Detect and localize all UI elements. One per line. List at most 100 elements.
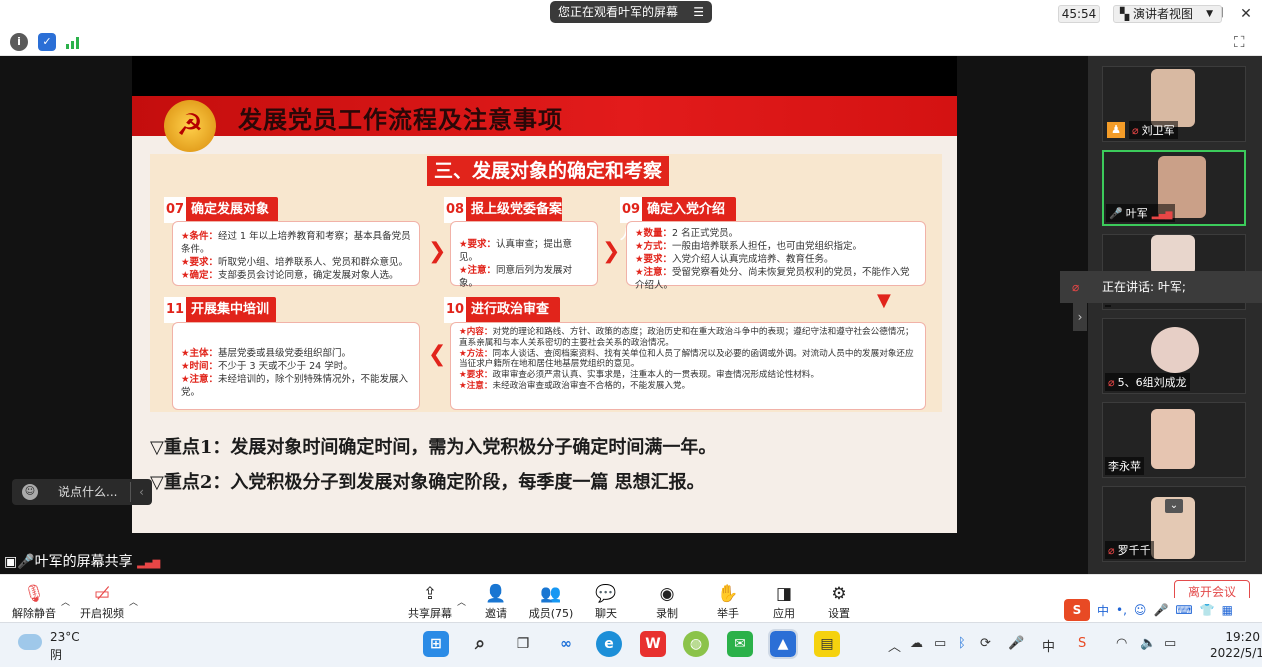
search-icon[interactable]: ⌕ <box>467 631 493 657</box>
microphone-tray-icon[interactable]: 🎤 <box>1008 636 1024 651</box>
apps-button[interactable]: ◨ 应用 <box>754 583 814 621</box>
step-title: 开展集中培训 <box>191 302 270 317</box>
video-feed <box>1151 69 1195 127</box>
windows-taskbar <box>0 622 1262 667</box>
emoji-icon[interactable]: ☺ <box>22 484 38 500</box>
invite-button[interactable]: 👤 邀请 <box>466 583 526 621</box>
wps-icon[interactable]: W <box>640 631 666 657</box>
gear-icon: ⚙ <box>831 584 847 604</box>
chat-quick-input[interactable]: ☺ 说点什么... ‹ <box>12 479 152 505</box>
game-app-icon[interactable]: ◍ <box>683 631 709 657</box>
step-line: ★时间：不少于 3 天或不少于 24 学时。 <box>181 361 353 372</box>
task-view-icon[interactable]: ❐ <box>510 631 536 657</box>
onedrive-cloud-icon[interactable]: ☁ <box>910 636 923 651</box>
grid-icon: ▚ <box>1120 7 1134 21</box>
meeting-app-icon[interactable]: ▲ <box>768 629 798 659</box>
arrow-left-icon: ❮ <box>428 342 447 367</box>
raise-hand-button[interactable]: ✋ 举手 <box>698 583 758 621</box>
wifi-icon[interactable]: ◠ <box>1116 636 1127 651</box>
sticky-notes-icon[interactable]: ▤ <box>814 631 840 657</box>
chevron-down-icon[interactable]: ⌄ <box>1165 499 1183 513</box>
slide-title: 发展党员工作流程及注意事项 <box>238 106 563 134</box>
sogou-tray-icon[interactable]: S <box>1078 636 1086 651</box>
clock-date: 2022/5/19 <box>1210 646 1262 660</box>
volume-icon[interactable]: 🔈 <box>1140 636 1156 651</box>
collapse-left-icon[interactable]: ‹ <box>130 482 152 502</box>
info-icon[interactable]: i <box>10 33 28 51</box>
share-screen-button[interactable]: ⇪ 共享屏幕 ︿ <box>400 583 466 621</box>
tray-language[interactable]: 中 <box>1042 636 1055 655</box>
key-point-1: ▽重点1：发展对象时间确定时间，需为入党积极分子确定时间满一年。 <box>150 437 717 458</box>
skin-icon[interactable]: 👕 <box>1200 603 1215 617</box>
weather-condition: 阴 <box>50 648 63 662</box>
chat-button[interactable]: 💬 聊天 <box>576 583 636 621</box>
fullscreen-icon[interactable]: ⛶ <box>1234 33 1245 51</box>
step-line: ★注意：未经培训的，除个别特殊情况外，不能发展入党。 <box>181 374 409 398</box>
participant-tile-active-speaker[interactable]: 🎤 叶军 ▂▄▆ <box>1102 150 1246 226</box>
weather-widget[interactable]: 23°C 阴 <box>14 628 94 662</box>
menu-icon[interactable]: ☰ <box>693 1 704 23</box>
tray-app-icon[interactable]: ▭ <box>934 636 946 651</box>
bluetooth-icon[interactable]: ᛒ <box>958 636 966 651</box>
chevron-right-icon: › <box>1077 310 1083 324</box>
video-off-icon: ▭̸ <box>93 584 111 604</box>
participant-tile[interactable]: ♟ ⌀ 刘卫军 <box>1102 66 1246 142</box>
emoji-icon[interactable]: ☺ <box>1134 603 1147 617</box>
step-09-header: 09确定入党介绍人 <box>620 197 736 243</box>
start-video-button[interactable]: ▭̸ 开启视频 ︿ <box>72 583 138 621</box>
security-shield-icon[interactable]: ✓ <box>38 33 56 51</box>
toolbox-icon[interactable]: ▦ <box>1222 603 1233 617</box>
participant-tile[interactable]: 李永苹 <box>1102 402 1246 478</box>
step-line: ★方式：一般由培养联系人担任，也可由党组织指定。 <box>635 241 863 252</box>
host-icon: ♟ <box>1107 122 1125 138</box>
view-mode-button[interactable]: ▚ 演讲者视图 ▼ <box>1113 5 1222 23</box>
gallery-toggle-button[interactable]: › <box>1073 303 1087 331</box>
step-title: 确定发展对象 <box>191 202 270 217</box>
mic-muted-icon: 🎙 <box>23 584 45 604</box>
chevron-up-icon[interactable]: ︿ <box>888 636 901 655</box>
arrow-right-icon: ❯ <box>602 239 621 264</box>
chat-placeholder: 说点什么... <box>58 485 118 499</box>
step-07-header: 07 确定发展对象 <box>164 197 278 223</box>
record-button[interactable]: ◉ 录制 <box>637 583 697 621</box>
participant-tile[interactable]: ⌄ ⌀ 罗千千 <box>1102 486 1246 562</box>
step-number: 08 <box>444 197 466 223</box>
participant-gallery: ♟ ⌀ 刘卫军 🎤 叶军 ▂▄▆ ⌀ 5、6组刘成龙 李永苹 ⌄ ⌀ 罗千千 <box>1088 56 1262 574</box>
window-title: 您正在观看叶军的屏幕 <box>558 5 679 19</box>
punctuation-icon[interactable]: •, <box>1116 603 1127 617</box>
sogou-ime-icon[interactable]: S <box>1064 599 1090 621</box>
signal-bars-icon[interactable] <box>66 35 82 49</box>
voice-input-icon[interactable]: 🎤 <box>1153 603 1168 617</box>
start-icon[interactable]: ⊞ <box>423 631 449 657</box>
step-10-header: 10 进行政治审查 <box>444 297 560 323</box>
step-line: ★要求：政审审查必须严肃认真、实事求是，注重本人的一贯表现。审查情况形成结论性材… <box>459 370 820 381</box>
sync-icon[interactable]: ⟳ <box>980 636 991 651</box>
settings-button[interactable]: ⚙ 设置 <box>809 583 869 621</box>
battery-icon[interactable]: ▭ <box>1164 636 1176 651</box>
sharing-status-pill[interactable]: 您正在观看叶军的屏幕 ☰ <box>550 1 712 23</box>
chat-icon: 💬 <box>595 584 617 604</box>
step-number: 07 <box>164 197 186 223</box>
step-line: ★要求：入党介绍人认真完成培养、教育任务。 <box>635 254 834 265</box>
edge-browser-icon[interactable]: e <box>596 631 622 657</box>
close-icon[interactable]: ✕ <box>1231 4 1261 24</box>
wechat-icon[interactable]: ✉ <box>727 631 753 657</box>
members-button[interactable]: 👥 成员(75) <box>521 583 581 621</box>
participant-name: 李永苹 <box>1105 457 1144 475</box>
party-emblem-icon: ☭ <box>164 100 216 152</box>
clock-time: 19:20 <box>1225 630 1260 644</box>
participant-tile[interactable]: ⌀ 5、6组刘成龙 <box>1102 318 1246 394</box>
step-11-header: 11 开展集中培训 <box>164 297 276 323</box>
ime-language[interactable]: 中 <box>1097 602 1109 619</box>
keyboard-icon[interactable]: ⌨ <box>1175 603 1192 617</box>
share-screen-icon: ⇪ <box>422 584 438 604</box>
link-app-icon[interactable]: ∞ <box>553 631 579 657</box>
step-line: ★注意：受留党察看处分、尚未恢复党员权利的党员，不能作入党介绍人。 <box>635 267 910 291</box>
unmute-button[interactable]: 🎙 解除静音 ︿ <box>4 583 70 621</box>
mic-icon: 🎤 <box>17 554 35 570</box>
speaking-text: 正在讲话: 叶军; <box>1102 280 1186 294</box>
ime-toolbar[interactable]: S 中 •, ☺ 🎤 ⌨ 👕 ▦ <box>1060 598 1262 622</box>
step-line: ★注意：未经政治审查或政治审查不合格的，不能发展入党。 <box>459 380 691 391</box>
system-clock[interactable]: 19:20 2022/5/19 <box>1210 629 1262 661</box>
step-line: ★确定：支部委员会讨论同意，确定发展对象人选。 <box>181 270 399 281</box>
